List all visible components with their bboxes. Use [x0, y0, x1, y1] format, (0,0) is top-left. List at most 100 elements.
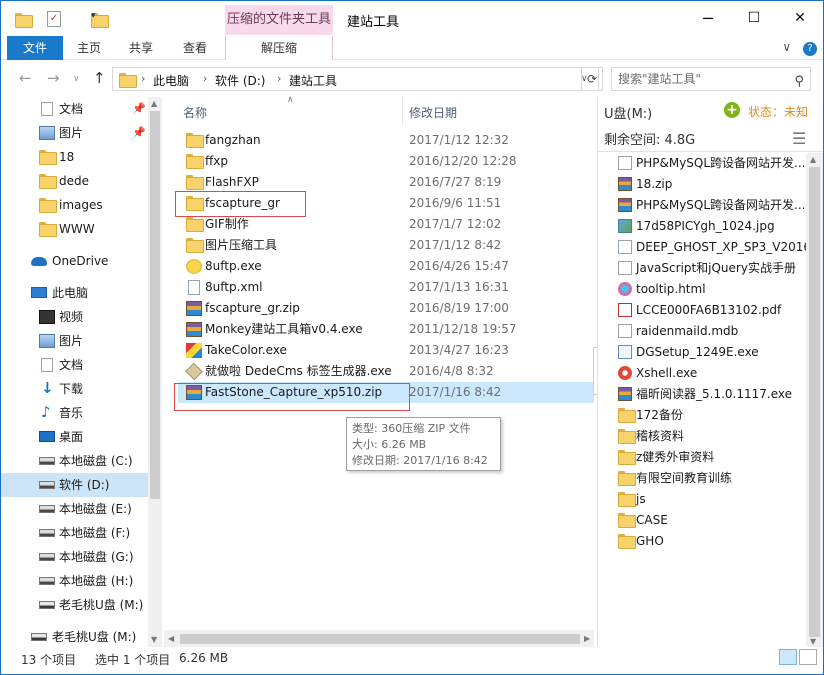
- file-row[interactable]: fscapture_gr.zip 2016/8/19 17:00: [178, 298, 594, 319]
- preview-item[interactable]: PHP&MySQL跨设备网站开发...: [616, 195, 806, 216]
- nav-item-drive-e[interactable]: 本地磁盘 (E:): [1, 497, 148, 521]
- breadcrumb-separator-icon[interactable]: ›: [141, 72, 145, 85]
- scroll-up-icon[interactable]: ▲: [151, 99, 157, 108]
- preview-item[interactable]: 福昕阅读器_5.1.0.1117.exe: [616, 384, 806, 405]
- nav-item-drive-d[interactable]: 软件 (D:): [1, 473, 148, 497]
- file-row[interactable]: 8uftp.exe 2016/4/26 15:47: [178, 256, 594, 277]
- file-row[interactable]: Monkey建站工具箱v0.4.exe 2011/12/18 19:57: [178, 319, 594, 340]
- preview-item[interactable]: JavaScript和jQuery实战手册: [616, 258, 806, 279]
- nav-item-this-pc[interactable]: 此电脑: [1, 281, 148, 305]
- tab-extract[interactable]: 解压缩: [225, 36, 333, 60]
- column-divider[interactable]: [402, 97, 403, 125]
- desktop-icon: [39, 431, 55, 442]
- properties-icon[interactable]: ✓: [47, 11, 61, 27]
- breadcrumb-this-pc[interactable]: 此电脑: [153, 72, 189, 89]
- tab-share[interactable]: 共享: [123, 36, 159, 60]
- scroll-down-icon[interactable]: ▼: [810, 637, 816, 646]
- nav-scrollbar-thumb[interactable]: [150, 111, 160, 499]
- nav-item-desktop[interactable]: 桌面: [1, 425, 148, 449]
- onedrive-icon: [31, 257, 47, 266]
- scroll-right-icon[interactable]: ▶: [584, 634, 590, 643]
- forward-icon[interactable]: →: [47, 69, 60, 87]
- nav-item-pictures[interactable]: 图片 📌: [1, 121, 148, 145]
- back-icon[interactable]: ←: [19, 69, 32, 87]
- pin-icon[interactable]: 📌: [132, 97, 146, 121]
- column-name[interactable]: 名称: [183, 104, 207, 121]
- preview-item[interactable]: 172备份: [616, 405, 806, 426]
- file-row[interactable]: fangzhan 2017/1/12 12:32: [178, 130, 594, 151]
- nav-item-music[interactable]: ♪ 音乐: [1, 401, 148, 425]
- file-row[interactable]: 8uftp.xml 2017/1/13 16:31: [178, 277, 594, 298]
- nav-item-onedrive[interactable]: OneDrive: [1, 249, 148, 273]
- tab-view[interactable]: 查看: [177, 36, 213, 60]
- breadcrumb-separator-icon[interactable]: ›: [203, 72, 207, 85]
- usb-drive-icon: [39, 601, 55, 609]
- preview-item[interactable]: 17d58PICYgh_1024.jpg: [616, 216, 806, 237]
- breadcrumb-separator-icon[interactable]: ›: [277, 72, 281, 85]
- preview-item[interactable]: DEEP_GHOST_XP_SP3_V2016...: [616, 237, 806, 258]
- file-row[interactable]: 就做啦 DedeCms 标签生成器.exe 2016/4/8 8:32: [178, 361, 594, 382]
- file-row[interactable]: TakeColor.exe 2013/4/27 16:23: [178, 340, 594, 361]
- preview-item[interactable]: tooltip.html: [616, 279, 806, 300]
- preview-item[interactable]: 稽核资料: [616, 426, 806, 447]
- preview-item[interactable]: Xshell.exe: [616, 363, 806, 384]
- refresh-button[interactable]: ⟳: [581, 67, 603, 91]
- preview-item[interactable]: GHO: [616, 531, 806, 552]
- nav-item-folder-18[interactable]: 18: [1, 145, 148, 169]
- preview-item[interactable]: DGSetup_1249E.exe: [616, 342, 806, 363]
- nav-item-videos[interactable]: 视频: [1, 305, 148, 329]
- preview-scrollbar-thumb[interactable]: [809, 167, 820, 637]
- file-row[interactable]: GIF制作 2017/1/7 12:02: [178, 214, 594, 235]
- tab-home[interactable]: 主页: [71, 36, 107, 60]
- quick-access-dropdown-icon[interactable]: ▾: [91, 11, 105, 25]
- large-icons-view-icon[interactable]: [799, 649, 817, 665]
- help-icon[interactable]: ?: [803, 42, 817, 56]
- preview-item[interactable]: LCCE000FA6B13102.pdf: [616, 300, 806, 321]
- recent-locations-icon[interactable]: ∨: [73, 74, 80, 84]
- nav-item-documents[interactable]: 文档 📌: [1, 97, 148, 121]
- nav-item-folder-www[interactable]: WWW: [1, 217, 148, 241]
- minimize-button[interactable]: ─: [685, 1, 731, 36]
- preview-item[interactable]: PHP&MySQL跨设备网站开发...: [616, 153, 806, 174]
- close-button[interactable]: ✕: [777, 1, 823, 36]
- tab-file[interactable]: 文件: [7, 36, 63, 60]
- up-icon[interactable]: ↑: [93, 69, 106, 87]
- preview-item[interactable]: 18.zip: [616, 174, 806, 195]
- nav-item-folder-images[interactable]: images: [1, 193, 148, 217]
- nav-item-usb-m-root[interactable]: 老毛桃U盘 (M:): [1, 625, 148, 649]
- add-icon[interactable]: +: [724, 102, 740, 118]
- preview-item[interactable]: z健秀外审资料: [616, 447, 806, 468]
- column-date-modified[interactable]: 修改日期: [409, 104, 457, 121]
- scroll-left-icon[interactable]: ◀: [168, 634, 174, 643]
- address-bar[interactable]: › 此电脑 › 软件 (D:) › 建站工具 ∨: [112, 67, 599, 91]
- compressed-folder-tools-tab[interactable]: 压缩的文件夹工具: [225, 5, 333, 35]
- scroll-down-icon[interactable]: ▼: [151, 635, 157, 644]
- horizontal-scrollbar-thumb[interactable]: [180, 634, 580, 644]
- preview-item[interactable]: CASE: [616, 510, 806, 531]
- nav-item-pictures-pc[interactable]: 图片: [1, 329, 148, 353]
- file-row[interactable]: 图片压缩工具 2017/1/12 8:42: [178, 235, 594, 256]
- ribbon-collapse-icon[interactable]: ∨: [782, 40, 791, 54]
- nav-item-usb-m[interactable]: 老毛桃U盘 (M:): [1, 593, 148, 617]
- nav-item-drive-h[interactable]: 本地磁盘 (H:): [1, 569, 148, 593]
- nav-item-folder-dede[interactable]: dede: [1, 169, 148, 193]
- search-input[interactable]: 搜索"建站工具" ⚲: [611, 67, 811, 91]
- nav-item-drive-g[interactable]: 本地磁盘 (G:): [1, 545, 148, 569]
- menu-icon[interactable]: ☰: [792, 129, 806, 148]
- breadcrumb-current-folder[interactable]: 建站工具: [289, 72, 337, 89]
- nav-item-downloads[interactable]: ↓ 下载: [1, 377, 148, 401]
- pin-icon[interactable]: 📌: [132, 121, 146, 145]
- preview-item[interactable]: 有限空间教育训练: [616, 468, 806, 489]
- file-row[interactable]: FlashFXP 2016/7/27 8:19: [178, 172, 594, 193]
- nav-item-drive-c[interactable]: 本地磁盘 (C:): [1, 449, 148, 473]
- details-view-icon[interactable]: [779, 649, 797, 665]
- preview-item[interactable]: js: [616, 489, 806, 510]
- preview-item[interactable]: raidenmaild.mdb: [616, 321, 806, 342]
- maximize-button[interactable]: ☐: [731, 1, 777, 36]
- breadcrumb-drive-d[interactable]: 软件 (D:): [215, 72, 265, 89]
- file-row[interactable]: ffxp 2016/12/20 12:28: [178, 151, 594, 172]
- nav-item-drive-f[interactable]: 本地磁盘 (F:): [1, 521, 148, 545]
- scroll-up-icon[interactable]: ▲: [810, 155, 816, 164]
- address-folder-icon: [119, 73, 137, 88]
- nav-item-documents-pc[interactable]: 文档: [1, 353, 148, 377]
